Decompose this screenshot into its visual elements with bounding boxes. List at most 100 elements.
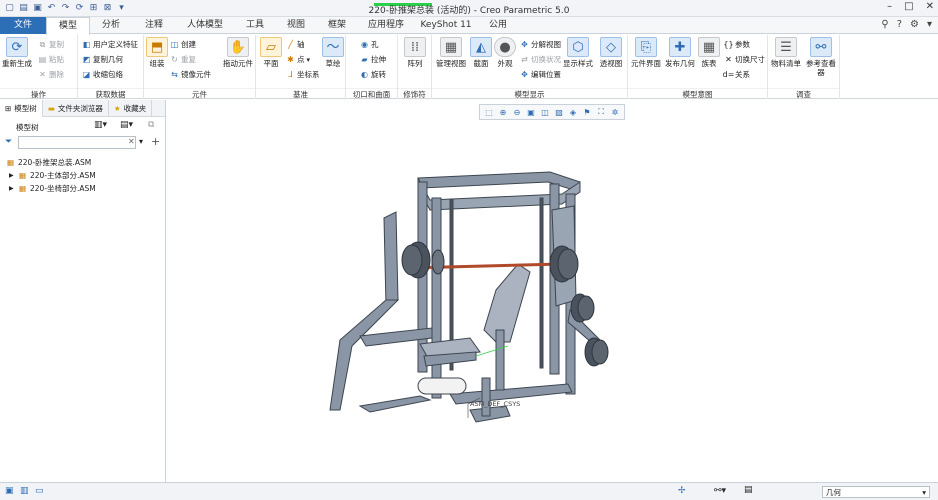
expand-icon[interactable]: ▶ xyxy=(9,182,14,195)
group-label[interactable]: 调查 xyxy=(768,88,839,99)
tab-applications[interactable]: 应用程序 xyxy=(358,17,414,34)
component-interface-button[interactable]: ⎘ 元件界面 xyxy=(630,37,662,68)
tab-file[interactable]: 文件 xyxy=(0,17,46,34)
tree-settings-icon[interactable]: ▤▾ xyxy=(120,120,133,130)
group-label[interactable]: 获取数据 xyxy=(78,88,143,99)
switch-dimensions-button[interactable]: ✕ 切换尺寸 xyxy=(724,54,765,65)
tree-item[interactable]: ▶ ▦ 220-主体部分.ASM xyxy=(0,169,166,182)
tab-analysis[interactable]: 分析 xyxy=(90,17,132,34)
tree-columns-icon[interactable]: ▥▾ xyxy=(94,120,107,130)
tree-item[interactable]: ▶ ▦ 220-坐椅部分.ASM xyxy=(0,182,166,195)
display-style-icon[interactable]: ◈ xyxy=(567,106,579,118)
clear-icon[interactable]: ✕ xyxy=(128,137,135,146)
regen-status-icon[interactable]: ✢ xyxy=(678,486,686,496)
regenerate-button[interactable]: ⟳ 重新生成 xyxy=(2,37,32,68)
plane-button[interactable]: ▱ 平面 xyxy=(258,37,284,68)
group-label[interactable]: 操作 xyxy=(0,88,77,99)
group-label[interactable]: 基准 xyxy=(256,88,345,99)
copy-geometry-button[interactable]: ◩ 复制几何 xyxy=(82,54,123,65)
zoom-in-icon[interactable]: ⊕ xyxy=(497,106,509,118)
csys-label: ASM_DEF_CSYS xyxy=(470,400,520,408)
dropdown-icon[interactable]: ▾ xyxy=(139,137,143,146)
revolve-button[interactable]: ◐ 旋转 xyxy=(360,69,386,80)
annotation-display-icon[interactable]: ⛶ xyxy=(595,106,607,118)
spin-center-icon[interactable]: ✲ xyxy=(609,106,621,118)
show-navigator-icon[interactable]: ▣ xyxy=(5,486,14,496)
edit-position-button[interactable]: ✥ 编辑位置 xyxy=(520,69,561,80)
assemble-button[interactable]: ⬒ 组装 xyxy=(146,37,168,68)
tab-common[interactable]: 公用 xyxy=(478,17,518,34)
tab-favorites[interactable]: ★ 收藏夹 xyxy=(109,100,153,117)
shrinkwrap-button[interactable]: ◪ 收缩包络 xyxy=(82,69,123,80)
parameters-button[interactable]: {} 参数 xyxy=(723,39,750,50)
close-button[interactable]: ✕ xyxy=(926,1,934,12)
filter-row: ⏷ ✕ ▾ + xyxy=(0,135,165,151)
group-label[interactable]: 切口和曲面 xyxy=(346,88,397,99)
group-label[interactable]: 模型意图 xyxy=(628,88,767,99)
find-icon[interactable]: ⚯▾ xyxy=(714,486,726,496)
pattern-button[interactable]: ⁞⁞ 阵列 xyxy=(404,37,426,68)
settings-icon[interactable]: ⚙ xyxy=(910,19,919,30)
full-screen-icon[interactable]: ▭ xyxy=(35,486,44,496)
tab-keyshot[interactable]: KeyShot 11 xyxy=(414,17,478,34)
zoom-out-icon[interactable]: ⊖ xyxy=(511,106,523,118)
minimize-button[interactable]: – xyxy=(887,1,892,12)
datum-display-icon[interactable]: ⚑ xyxy=(581,106,593,118)
selection-filter-select[interactable]: 几何 ▾ xyxy=(822,486,930,498)
appearance-button[interactable]: ● 外观 xyxy=(494,37,516,68)
tree-search-input[interactable] xyxy=(18,136,136,149)
group-label[interactable]: 元件 xyxy=(144,88,255,99)
udf-button[interactable]: ◧ 用户定义特征 xyxy=(82,39,138,50)
tab-model[interactable]: 模型 xyxy=(46,17,90,35)
selection-buffer-icon[interactable]: ▤ xyxy=(744,485,753,495)
drag-components-button[interactable]: ✋ 拖动元件 xyxy=(222,37,254,68)
view-manager-icon[interactable]: ▨ xyxy=(553,106,565,118)
help-icon[interactable]: ? xyxy=(897,19,902,30)
refit-icon[interactable]: ⬚ xyxy=(483,106,495,118)
axis-button[interactable]: ╱ 轴 xyxy=(286,39,304,50)
tab-tools[interactable]: 工具 xyxy=(234,17,276,34)
family-table-button[interactable]: ▦ 族表 xyxy=(698,37,720,68)
mirror-component-button[interactable]: ⇆ 镜像元件 xyxy=(170,69,211,80)
sketch-button[interactable]: 〜 草绘 xyxy=(322,37,344,68)
toggle-status-button[interactable]: ⇄ 切换状况 xyxy=(520,54,561,65)
search-icon[interactable]: ⚲ xyxy=(881,19,888,30)
display-style-button[interactable]: ⬡ 显示样式 xyxy=(562,37,594,68)
perspective-button[interactable]: ◇ 透视图 xyxy=(596,37,626,68)
delete-button[interactable]: ✕ 删除 xyxy=(38,69,64,80)
group-label[interactable]: 修饰符 xyxy=(398,88,431,99)
funnel-icon[interactable]: ⏷ xyxy=(5,137,12,147)
extrude-button[interactable]: ▰ 拉伸 xyxy=(360,54,386,65)
paste-button[interactable]: ▤ 粘贴 xyxy=(38,54,64,65)
csys-button[interactable]: ⅃ 坐标系 xyxy=(286,69,319,80)
hole-button[interactable]: ◉ 孔 xyxy=(360,39,379,50)
explode-view-button[interactable]: ✥ 分解视图 xyxy=(520,39,561,50)
repaint-icon[interactable]: ▣ xyxy=(525,106,537,118)
maximize-button[interactable]: □ xyxy=(904,1,913,12)
bom-button[interactable]: ☰ 物料清单 xyxy=(770,37,802,68)
publish-geometry-button[interactable]: ✚ 发布几何 xyxy=(664,37,696,68)
create-button[interactable]: ◫ 创建 xyxy=(170,39,196,50)
tree-item-root[interactable]: ▦ 220-卧推架总装.ASM xyxy=(0,156,166,169)
tab-framework[interactable]: 框架 xyxy=(316,17,358,34)
tab-view[interactable]: 视图 xyxy=(276,17,316,34)
add-icon[interactable]: + xyxy=(151,135,160,148)
chevron-down-icon[interactable]: ▾ xyxy=(927,19,932,30)
section-button[interactable]: ◭ 截面 xyxy=(470,37,492,68)
expand-icon[interactable]: ▶ xyxy=(9,169,14,182)
repeat-button[interactable]: ↻ 重复 xyxy=(170,54,196,65)
tab-annotate[interactable]: 注释 xyxy=(132,17,176,34)
saved-orientations-icon[interactable]: ◫ xyxy=(539,106,551,118)
show-browser-icon[interactable]: ▥ xyxy=(20,486,29,496)
reference-viewer-button[interactable]: ⚯ 参考查看器 xyxy=(804,37,838,77)
relations-button[interactable]: d= 关系 xyxy=(723,69,750,80)
copy-button[interactable]: ⧉ 复制 xyxy=(38,39,64,50)
tab-manikin[interactable]: 人体模型 xyxy=(176,17,234,34)
group-label[interactable]: 模型显示 xyxy=(432,88,627,99)
manage-views-button[interactable]: ▦ 管理视图 xyxy=(434,37,468,68)
group-investigate: ☰ 物料清单 ⚯ 参考查看器 调查 xyxy=(768,35,840,99)
tab-folder-browser[interactable]: ▬ 文件夹浏览器 xyxy=(43,100,109,117)
tab-model-tree[interactable]: ⊞ 模型树 xyxy=(0,100,43,117)
tree-filter-icon[interactable]: ⧉ xyxy=(148,120,154,130)
point-button[interactable]: ✱ 点 ▾ xyxy=(286,54,310,65)
